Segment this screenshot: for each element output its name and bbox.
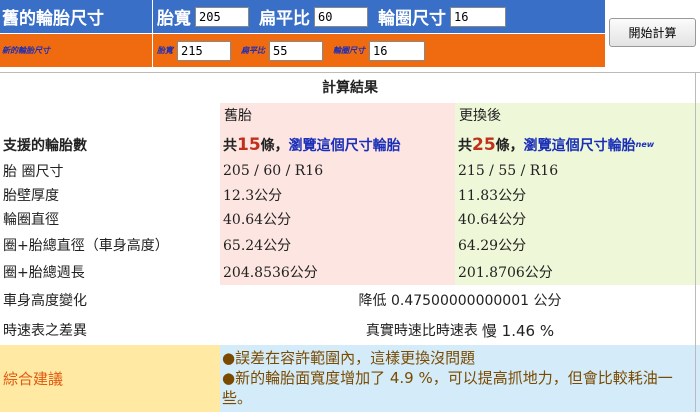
row-old-value: 65.24公分 (220, 231, 455, 258)
supported-old-prefix: 共 (223, 137, 237, 154)
height-change-label: 車身高度變化 (3, 293, 87, 309)
row-new-value: 11.83公分 (455, 183, 700, 207)
row-label: 胎 圈尺寸 (3, 164, 64, 180)
old-rim-label: 輪圈尺寸 (378, 9, 446, 29)
supported-row: 支援的輪胎數 共 15 條， 瀏覽這個尺寸輪胎 共 25 條， 瀏覽這個尺寸輪胎… (0, 130, 700, 159)
panel-right-border (695, 73, 696, 412)
new-aspect-label: 扁平比 (241, 46, 265, 55)
row-new-value: 215 / 55 / R16 (455, 159, 700, 183)
advice-text: ●誤差在容許範圍內，這樣更換沒問題 ●新的輪胎面寬度增加了 4.9 %，可以提高… (220, 345, 700, 412)
browse-new-link[interactable]: 瀏覽這個尺寸輪胎 (524, 135, 636, 155)
new-tire-row: 新的輪胎尺寸 胎寬 扁平比 輪圈尺寸 (0, 34, 605, 67)
speedo-value: 慢 1.46 % (481, 321, 555, 340)
row-new-value: 40.64公分 (455, 207, 700, 231)
table-row: 輪圈直徑 40.64公分 40.64公分 (0, 207, 700, 231)
new-width-label: 胎寬 (157, 46, 173, 55)
height-change-row: 車身高度變化 降低 0.47500000000001 公分 (0, 285, 700, 315)
supported-old-count: 15 (237, 134, 261, 155)
calculate-button[interactable]: 開始計算 (609, 18, 696, 47)
new-badge: new (635, 140, 655, 149)
table-row: 胎 圈尺寸 205 / 60 / R16 215 / 55 / R16 (0, 159, 700, 183)
supported-old-suffix: 條， (260, 137, 289, 154)
results-title: 計算結果 (322, 80, 378, 96)
row-new-value: 64.29公分 (455, 231, 700, 258)
speedo-prefix: 真實時速比時速表 (365, 323, 478, 339)
old-tire-label: 舊的輪胎尺寸 (0, 0, 153, 33)
new-column-header: 更換後 (455, 103, 700, 130)
supported-old-cell: 共 15 條， 瀏覽這個尺寸輪胎 (220, 130, 455, 159)
supported-new-suffix: 條， (495, 137, 524, 154)
row-old-value: 12.3公分 (220, 183, 455, 207)
table-row: 胎壁厚度 12.3公分 11.83公分 (0, 183, 700, 207)
supported-new-count: 25 (472, 134, 496, 155)
supported-new-cell: 共 25 條， 瀏覽這個尺寸輪胎 new (455, 130, 700, 159)
speedo-value-cell: 真實時速比時速表 慢 1.46 % (220, 315, 700, 345)
old-rim-input[interactable] (450, 6, 506, 27)
old-column-header: 舊胎 (220, 103, 455, 130)
new-rim-label: 輪圈尺寸 (333, 46, 365, 55)
browse-old-link[interactable]: 瀏覽這個尺寸輪胎 (289, 135, 401, 155)
advice-label: 綜合建議 (0, 345, 220, 412)
row-label: 輪圈直徑 (3, 212, 59, 228)
supported-new-prefix: 共 (458, 137, 472, 154)
results-panel: 計算結果 舊胎 更換後 支援的輪胎數 共 15 條， 瀏覽這個尺寸輪胎 共 25… (0, 72, 700, 412)
old-aspect-input[interactable] (314, 6, 368, 27)
table-row: 圈+胎總直徑（車身高度） 65.24公分 64.29公分 (0, 231, 700, 258)
row-label: 圈+胎總週長 (3, 264, 85, 281)
table-row: 圈+胎總週長 204.8536公分 201.8706公分 (0, 258, 700, 285)
height-change-value: 降低 0.47500000000001 公分 (358, 293, 562, 309)
speedo-label: 時速表之差異 (3, 323, 87, 339)
new-width-input[interactable] (177, 40, 231, 61)
advice-line-2: ●新的輪胎面寬度增加了 4.9 %，可以提高抓地力，但會比較耗油一些。 (222, 369, 673, 407)
new-aspect-input[interactable] (269, 40, 323, 61)
old-width-label: 胎寬 (157, 9, 191, 29)
new-rim-input[interactable] (369, 40, 425, 61)
new-tire-label: 新的輪胎尺寸 (0, 34, 153, 67)
advice-row: 綜合建議 ●誤差在容許範圍內，這樣更換沒問題 ●新的輪胎面寬度增加了 4.9 %… (0, 345, 700, 412)
advice-line-1: ●誤差在容許範圍內，這樣更換沒問題 (222, 349, 476, 367)
row-old-value: 204.8536公分 (220, 258, 455, 285)
old-width-input[interactable] (195, 6, 249, 27)
row-new-value: 201.8706公分 (455, 258, 700, 285)
row-label: 圈+胎總直徑（車身高度） (3, 237, 169, 254)
speedo-row: 時速表之差異 真實時速比時速表 慢 1.46 % (0, 315, 700, 345)
row-label: 胎壁厚度 (3, 188, 59, 204)
row-old-value: 40.64公分 (220, 207, 455, 231)
supported-label: 支援的輪胎數 (3, 137, 87, 154)
row-old-value: 205 / 60 / R16 (220, 159, 455, 183)
old-tire-row: 舊的輪胎尺寸 胎寬 扁平比 輪圈尺寸 (0, 0, 605, 33)
old-aspect-label: 扁平比 (259, 9, 310, 29)
